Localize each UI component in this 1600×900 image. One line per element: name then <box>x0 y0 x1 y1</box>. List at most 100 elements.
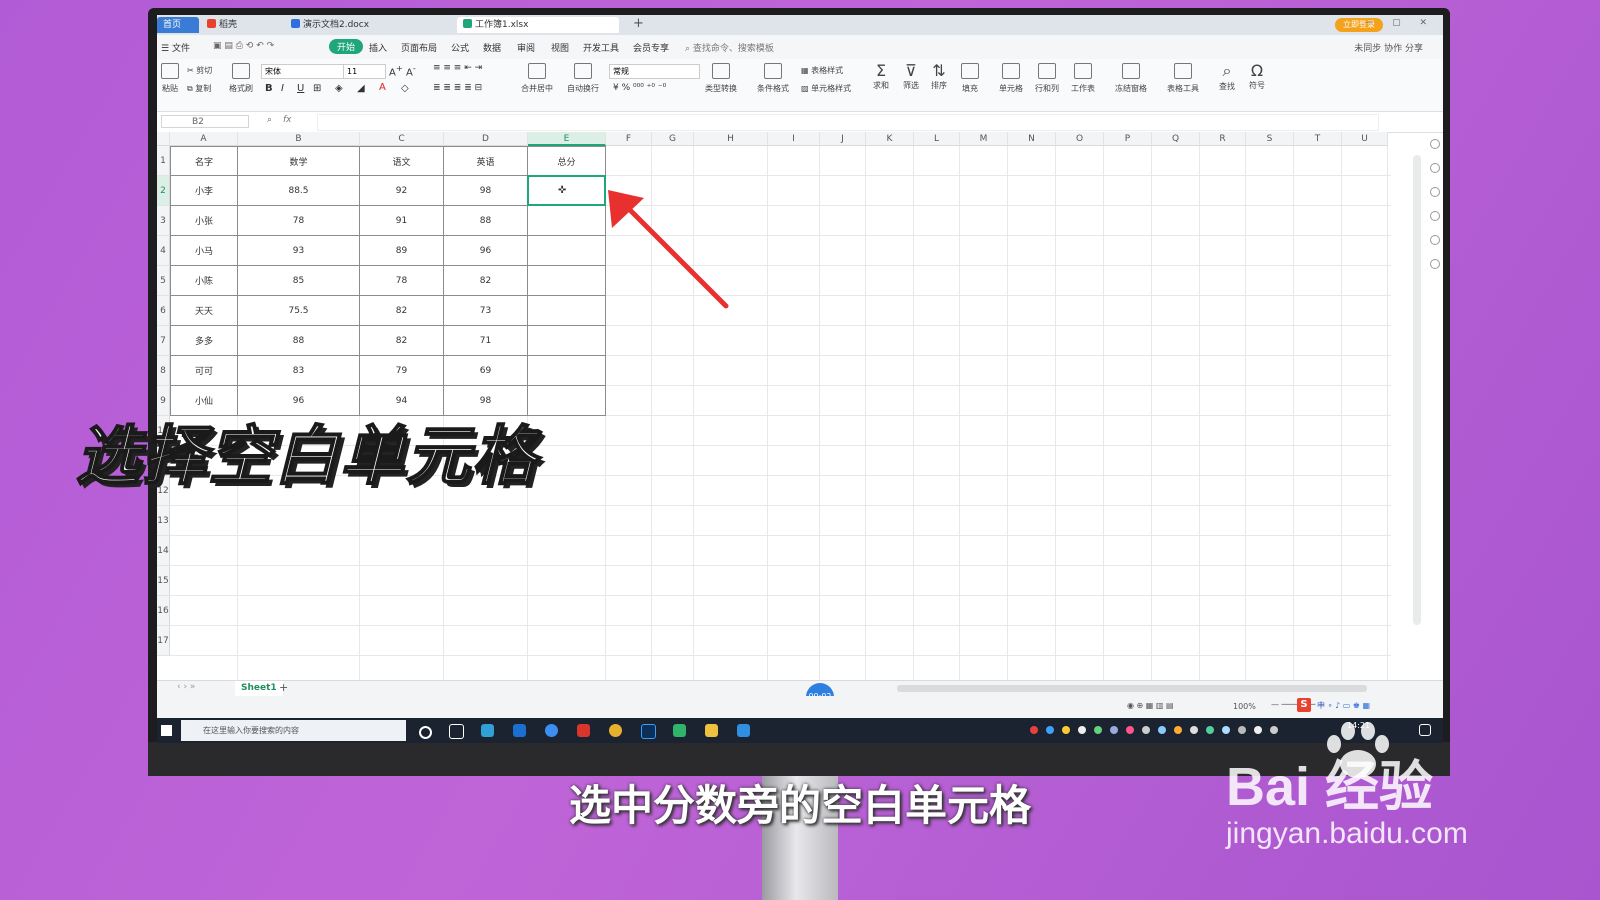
table-cell[interactable]: 89 <box>360 236 444 266</box>
column-header-e[interactable]: E <box>528 132 606 146</box>
name-box[interactable]: B2 <box>161 115 249 128</box>
table-cell[interactable]: 82 <box>360 296 444 326</box>
row-header-1[interactable]: 1 <box>157 146 170 176</box>
table-cell[interactable]: 78 <box>360 266 444 296</box>
header-cell[interactable]: 总分 <box>528 146 606 176</box>
notification-icon[interactable] <box>1419 724 1431 736</box>
table-cell[interactable]: 小李 <box>170 176 238 206</box>
sort-button[interactable]: ⇅ 排序 <box>931 61 947 91</box>
header-cell[interactable]: 语文 <box>360 146 444 176</box>
copy-button[interactable]: ⧉ 复制 <box>187 83 211 94</box>
table-cell[interactable]: 88 <box>238 326 360 356</box>
app-icon[interactable] <box>545 724 558 737</box>
tray-icon[interactable] <box>1142 726 1150 734</box>
menu-page-layout[interactable]: 页面布局 <box>401 41 437 54</box>
table-cell[interactable]: 73 <box>444 296 528 326</box>
window-controls[interactable]: — ▢ ✕ <box>1364 18 1435 28</box>
clear-format-icon[interactable]: ◇ <box>401 83 409 94</box>
table-cell[interactable]: 82 <box>444 266 528 296</box>
column-header-k[interactable]: K <box>866 132 914 146</box>
column-header-b[interactable]: B <box>238 132 360 146</box>
merge-center-button[interactable]: 合并居中 <box>521 63 553 94</box>
column-header-a[interactable]: A <box>170 132 238 146</box>
fill-color-icon[interactable]: ◈ <box>335 83 343 94</box>
selected-cell-e2[interactable] <box>527 175 606 206</box>
menu-home[interactable]: 开始 <box>329 39 364 54</box>
table-cell[interactable] <box>528 206 606 236</box>
paste-button[interactable]: 粘贴 <box>161 63 179 94</box>
row-header-3[interactable]: 3 <box>157 206 170 236</box>
align-top-icons[interactable]: ≡ ≡ ≡ ⇤ ⇥ <box>433 63 482 73</box>
command-search[interactable]: ⌕ 查找命令、搜索模板 <box>685 41 774 54</box>
tab-docer[interactable]: 稻壳 <box>201 17 283 33</box>
cells-button[interactable]: 单元格 <box>999 63 1023 94</box>
tray-icon[interactable] <box>1046 726 1054 734</box>
column-header-n[interactable]: N <box>1008 132 1056 146</box>
photoshop-icon[interactable] <box>641 724 656 739</box>
table-cell[interactable]: 71 <box>444 326 528 356</box>
underline-button[interactable]: U <box>297 83 304 94</box>
row-header-2[interactable]: 2 <box>157 176 170 206</box>
column-header-s[interactable]: S <box>1246 132 1294 146</box>
column-header-f[interactable]: F <box>606 132 652 146</box>
tray-icon[interactable] <box>1062 726 1070 734</box>
zoom-formula-icon[interactable]: ⌕ <box>267 115 272 125</box>
tray-icon[interactable] <box>1238 726 1246 734</box>
column-header-l[interactable]: L <box>914 132 960 146</box>
side-tool-icon[interactable] <box>1430 187 1440 197</box>
worksheet-button[interactable]: 工作表 <box>1071 63 1095 94</box>
row-header-8[interactable]: 8 <box>157 356 170 386</box>
cell-style-button[interactable]: ▨ 单元格样式 <box>801 83 851 94</box>
media-icon[interactable] <box>673 724 686 737</box>
column-header-j[interactable]: J <box>820 132 866 146</box>
table-cell[interactable]: 82 <box>360 326 444 356</box>
task-view-icon[interactable] <box>449 724 464 739</box>
tab-workbook[interactable]: 工作簿1.xlsx <box>457 17 619 33</box>
sheet-tab-sheet1[interactable]: Sheet1 <box>235 681 283 696</box>
table-cell[interactable]: 天天 <box>170 296 238 326</box>
table-cell[interactable]: 78 <box>238 206 360 236</box>
find-button[interactable]: ⌕ 查找 <box>1219 61 1235 92</box>
cut-button[interactable]: ✂ 剪切 <box>187 65 212 76</box>
header-cell[interactable]: 名字 <box>170 146 238 176</box>
fx-icon[interactable]: fx <box>283 115 292 125</box>
table-cell[interactable]: 小马 <box>170 236 238 266</box>
menu-view[interactable]: 视图 <box>551 41 569 54</box>
volume-icon[interactable] <box>1254 726 1262 734</box>
menu-file[interactable]: ☰ 文件 <box>161 41 190 54</box>
sum-button[interactable]: Σ 求和 <box>873 61 889 91</box>
tray-icon[interactable] <box>1222 726 1230 734</box>
network-icon[interactable] <box>1270 726 1278 734</box>
wrap-text-button[interactable]: 自动换行 <box>567 63 599 94</box>
freeze-panes-button[interactable]: 冻结窗格 <box>1115 63 1147 94</box>
column-header-r[interactable]: R <box>1200 132 1246 146</box>
row-header-7[interactable]: 7 <box>157 326 170 356</box>
row-header-5[interactable]: 5 <box>157 266 170 296</box>
conditional-format-button[interactable]: 条件格式 <box>757 63 789 94</box>
add-sheet-button[interactable]: + <box>279 681 288 694</box>
row-header-17[interactable]: 17 <box>157 626 170 656</box>
table-cell[interactable]: 多多 <box>170 326 238 356</box>
edge-icon[interactable] <box>513 724 526 737</box>
tray-icon[interactable] <box>1078 726 1086 734</box>
table-cell[interactable]: 79 <box>360 356 444 386</box>
menu-review[interactable]: 审阅 <box>517 41 535 54</box>
tab-home[interactable]: 首页 <box>157 17 199 33</box>
column-header-q[interactable]: Q <box>1152 132 1200 146</box>
tray-icon[interactable] <box>1206 726 1214 734</box>
italic-button[interactable]: I <box>281 83 284 94</box>
row-header-14[interactable]: 14 <box>157 536 170 566</box>
table-cell[interactable]: 69 <box>444 356 528 386</box>
table-cell[interactable]: 小陈 <box>170 266 238 296</box>
table-cell[interactable] <box>528 386 606 416</box>
menu-member[interactable]: 会员专享 <box>633 41 669 54</box>
align-horizontal-icons[interactable]: ≣ ≣ ≣ ≣ ⊟ <box>433 83 482 93</box>
table-cell[interactable] <box>528 356 606 386</box>
table-cell[interactable]: 93 <box>238 236 360 266</box>
font-color-icon[interactable]: A <box>379 82 386 93</box>
select-all-corner[interactable] <box>157 132 170 146</box>
column-header-p[interactable]: P <box>1104 132 1152 146</box>
windows-start-icon[interactable] <box>161 725 172 736</box>
font-select[interactable]: 宋体 <box>261 64 344 79</box>
column-header-u[interactable]: U <box>1342 132 1388 146</box>
